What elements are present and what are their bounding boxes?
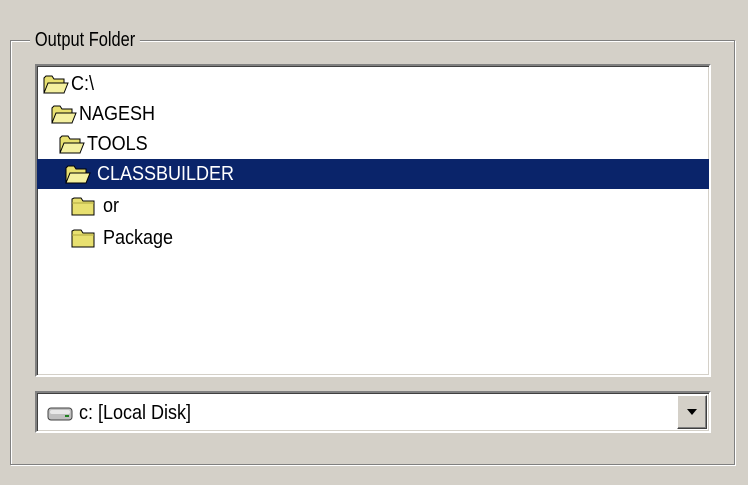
tree-item-label: or bbox=[103, 194, 120, 217]
tree-item-tools[interactable]: TOOLS bbox=[59, 129, 154, 159]
open-folder-icon bbox=[51, 103, 77, 125]
closed-folder-icon bbox=[71, 227, 97, 249]
tree-item-or[interactable]: or bbox=[71, 191, 121, 221]
folder-tree-list[interactable]: C:\ NAGESH TOOLS CLASSBUILDER or Package bbox=[35, 64, 711, 377]
open-folder-icon bbox=[65, 163, 91, 185]
drive-combobox-value: c: [Local Disk] bbox=[47, 399, 203, 427]
chevron-down-icon bbox=[687, 409, 697, 415]
tree-item-label: Package bbox=[103, 226, 174, 249]
output-folder-panel: Output Folder C:\ NAGESH TOOLS CLASSBUIL… bbox=[0, 0, 748, 485]
tree-item-label: NAGESH bbox=[79, 102, 156, 125]
drive-label: c: [Local Disk] bbox=[79, 401, 192, 424]
output-folder-legend: Output Folder bbox=[30, 28, 141, 52]
tree-item-classbuilder[interactable]: CLASSBUILDER bbox=[37, 159, 709, 189]
tree-item-label: TOOLS bbox=[87, 132, 148, 155]
tree-item-label: C:\ bbox=[71, 72, 95, 95]
drive-combobox[interactable]: c: [Local Disk] bbox=[35, 391, 711, 433]
open-folder-icon bbox=[43, 73, 69, 95]
tree-item-label: CLASSBUILDER bbox=[97, 162, 235, 185]
tree-item-nagesh[interactable]: NAGESH bbox=[51, 99, 163, 129]
closed-folder-icon bbox=[71, 195, 97, 217]
hard-drive-icon bbox=[47, 405, 73, 421]
open-folder-icon bbox=[59, 133, 85, 155]
tree-item-package[interactable]: Package bbox=[71, 223, 181, 253]
dropdown-arrow-button[interactable] bbox=[677, 395, 707, 429]
tree-item-c-drive[interactable]: C:\ bbox=[43, 69, 97, 99]
